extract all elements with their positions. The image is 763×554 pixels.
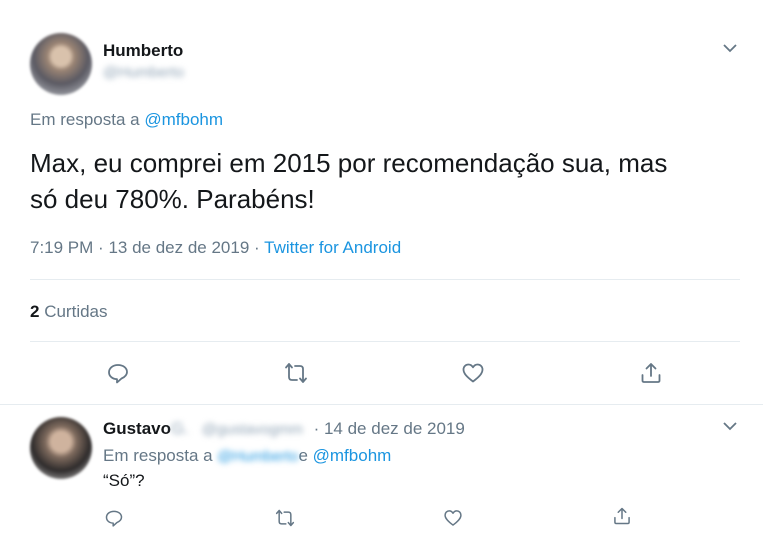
author-name[interactable]: Gustavo (103, 419, 171, 438)
author-handle[interactable]: @gustavogmm (202, 421, 303, 438)
likes-stat[interactable]: 2 Curtidas (30, 302, 108, 322)
divider (30, 279, 740, 280)
reply-conjunction: e (298, 446, 308, 465)
chevron-down-icon[interactable] (722, 40, 738, 56)
reply-prefix: Em resposta a (103, 446, 213, 465)
chevron-down-icon[interactable] (722, 418, 738, 434)
tweet-text-line: Max, eu comprei em 2015 por recomendação… (30, 148, 668, 178)
tweet-date[interactable]: 14 de dez de 2019 (324, 419, 465, 438)
reply-context: Em resposta a @mfbohm (30, 110, 223, 130)
heart-icon[interactable] (443, 508, 463, 528)
divider (0, 404, 763, 405)
meta-separator: · (254, 238, 260, 257)
reply-to-link[interactable]: @mfbohm (144, 110, 223, 129)
reply-prefix: Em resposta a (30, 110, 140, 129)
likes-count: 2 (30, 302, 40, 321)
meta-separator: · (98, 238, 104, 257)
author-name-suffix: G. (171, 419, 189, 438)
reply-to-blurred[interactable]: @Humberto (217, 448, 298, 465)
divider (30, 341, 740, 342)
reply-header: GustavoG. @gustavogmm · 14 de dez de 201… (103, 419, 465, 439)
tweet-source[interactable]: Twitter for Android (264, 238, 401, 257)
tweet-text-line: só deu 780%. Parabéns! (30, 184, 315, 214)
tweet-text: “Só”? (103, 471, 145, 490)
tweet-meta: 7:19 PM · 13 de dez de 2019 · Twitter fo… (30, 238, 401, 258)
avatar[interactable] (30, 33, 92, 95)
heart-icon[interactable] (461, 361, 485, 385)
reply-icon[interactable] (104, 508, 124, 528)
reply-icon[interactable] (106, 361, 130, 385)
tweet-date[interactable]: 13 de dez de 2019 (108, 238, 249, 257)
meta-separator: · (313, 419, 320, 438)
retweet-icon[interactable] (284, 361, 308, 385)
tweet-time[interactable]: 7:19 PM (30, 238, 93, 257)
retweet-icon[interactable] (275, 508, 295, 528)
author-handle[interactable]: @Humberto (103, 64, 184, 81)
avatar[interactable] (30, 417, 92, 479)
likes-label: Curtidas (44, 302, 108, 321)
share-icon[interactable] (639, 361, 663, 385)
tweet-text: Max, eu comprei em 2015 por recomendação… (30, 145, 750, 217)
share-icon[interactable] (612, 506, 632, 526)
author-name[interactable]: Humberto (103, 41, 183, 61)
reply-context: Em resposta a @Humbertoe @mfbohm (103, 446, 391, 466)
reply-to-link[interactable]: @mfbohm (313, 446, 392, 465)
